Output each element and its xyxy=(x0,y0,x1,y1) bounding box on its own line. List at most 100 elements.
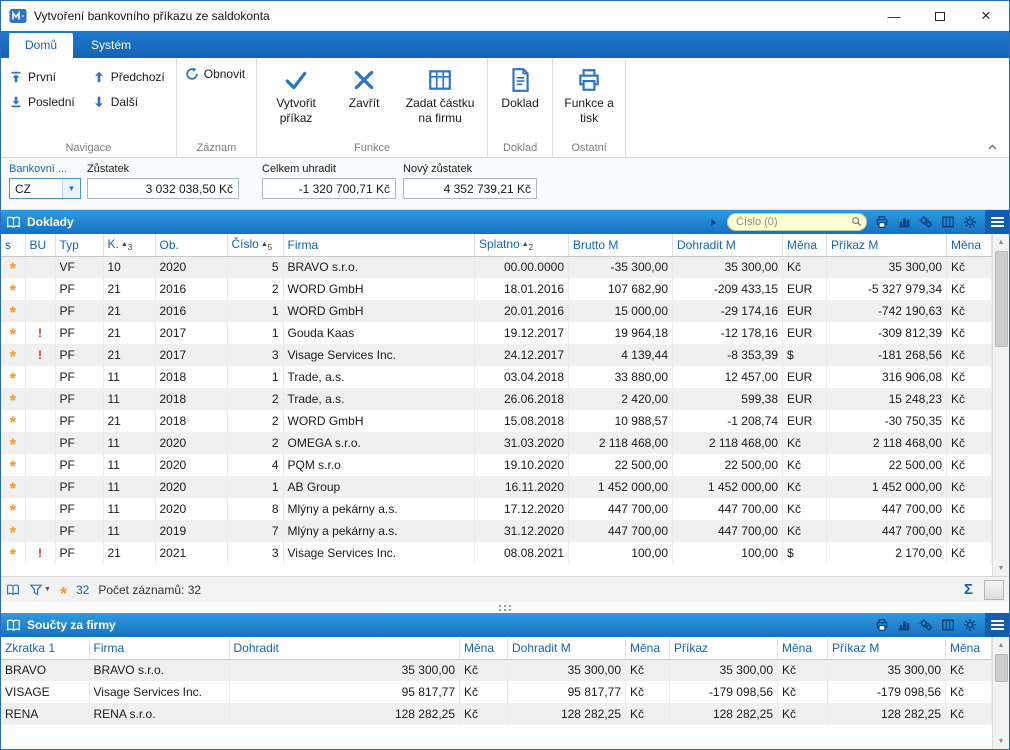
filter-button[interactable]: ▼ xyxy=(29,583,51,597)
arrow-first-icon xyxy=(9,70,23,84)
column-header-splatno[interactable]: Splatno▲2 xyxy=(475,234,569,256)
column-header-mena[interactable]: Měna xyxy=(626,637,670,659)
column-header-ob[interactable]: Ob. xyxy=(155,234,227,256)
menu-button[interactable] xyxy=(985,210,1009,234)
columns-icon[interactable] xyxy=(941,215,955,229)
grip-button[interactable] xyxy=(984,580,1004,600)
doklady-row[interactable]: *PF1120182Trade, a.s.26.06.20182 420,005… xyxy=(1,388,992,410)
functions-print-label: Funkce a tisk xyxy=(560,96,618,126)
maximize-button[interactable] xyxy=(917,1,963,31)
totals-row[interactable]: BRAVOBRAVO s.r.o.35 300,00Kč35 300,00Kč3… xyxy=(1,659,992,681)
tab-domu[interactable]: Domů xyxy=(9,33,73,58)
column-header-firma[interactable]: Firma xyxy=(283,234,475,256)
settings-icon[interactable] xyxy=(963,618,977,632)
last-record-button[interactable]: Poslední xyxy=(4,92,83,112)
column-header-cislo[interactable]: Číslo▲5 xyxy=(227,234,283,256)
column-header-mena[interactable]: Měna xyxy=(783,234,827,256)
create-order-button[interactable]: Vytvořit příkaz xyxy=(260,61,332,141)
minimize-button[interactable]: — xyxy=(871,1,917,31)
scrollbar-thumb[interactable] xyxy=(995,251,1008,347)
functions-print-button[interactable]: Funkce a tisk xyxy=(556,61,622,141)
column-header-dohradit[interactable]: Dohradit xyxy=(229,637,460,659)
column-header-prikaz-m[interactable]: Příkaz M xyxy=(827,234,947,256)
book-icon xyxy=(6,618,21,633)
panel-splitter[interactable] xyxy=(1,602,1009,613)
bank-account-select[interactable]: CZ ▼ xyxy=(9,178,81,199)
totals-scrollbar[interactable]: ▲ ▼ xyxy=(992,637,1009,749)
column-header-firma[interactable]: Firma xyxy=(89,637,229,659)
document-button[interactable]: Doklad xyxy=(491,61,549,141)
column-header-mena[interactable]: Měna xyxy=(946,637,992,659)
ribbon-group-ostatni: Funkce a tisk Ostatní xyxy=(553,58,626,157)
print-icon[interactable] xyxy=(875,215,889,229)
tab-system[interactable]: Systém xyxy=(75,33,147,58)
enter-amount-button[interactable]: Zadat částku na firmu xyxy=(396,61,484,141)
doklady-row[interactable]: *!PF2120173Visage Services Inc.24.12.201… xyxy=(1,344,992,366)
column-header-s[interactable]: s xyxy=(1,234,25,256)
doklady-row[interactable]: *PF1120208Mlýny a pekárny a.s.17.12.2020… xyxy=(1,498,992,520)
doklady-row[interactable]: *PF1120201AB Group16.11.20201 452 000,00… xyxy=(1,476,992,498)
scrollbar-thumb[interactable] xyxy=(995,654,1008,682)
doklady-row[interactable]: *!PF2120213Visage Services Inc.08.08.202… xyxy=(1,542,992,564)
chart-icon[interactable] xyxy=(897,618,911,632)
collapse-ribbon-button[interactable] xyxy=(983,141,1001,154)
scroll-up-icon[interactable]: ▲ xyxy=(993,637,1009,653)
totals-row[interactable]: VISAGEVisage Services Inc.95 817,77Kč95 … xyxy=(1,681,992,703)
column-header-k[interactable]: K.▲3 xyxy=(103,234,155,256)
search-input[interactable] xyxy=(727,213,867,231)
doklady-row[interactable]: *PF2120182WORD GmbH15.08.201810 988,57-1… xyxy=(1,410,992,432)
flagged-records-icon: * xyxy=(60,590,67,598)
column-header-prikaz[interactable]: Příkaz xyxy=(670,637,778,659)
column-header-mena[interactable]: Měna xyxy=(778,637,828,659)
menu-button[interactable] xyxy=(985,613,1009,637)
doklady-row[interactable]: *VF1020205BRAVO s.r.o.00.00.0000-35 300,… xyxy=(1,256,992,278)
next-record-label: Další xyxy=(111,95,138,109)
total-to-pay-field: -1 320 700,71 Kč xyxy=(262,178,396,199)
column-header-brutto-m[interactable]: Brutto M xyxy=(569,234,673,256)
doklady-row[interactable]: *!PF2120171Gouda Kaas19.12.201719 964,18… xyxy=(1,322,992,344)
column-header-mena[interactable]: Měna xyxy=(460,637,508,659)
column-header-zkratka-1[interactable]: Zkratka 1 xyxy=(1,637,89,659)
chart-icon[interactable] xyxy=(897,215,911,229)
next-record-button[interactable]: Další xyxy=(87,92,173,112)
totals-table: Zkratka 1FirmaDohraditMěnaDohradit MMěna… xyxy=(1,637,992,725)
totals-row[interactable]: RENARENA s.r.o.128 282,25Kč128 282,25Kč1… xyxy=(1,703,992,725)
book-icon[interactable] xyxy=(6,583,20,597)
doklady-row[interactable]: *PF1120204PQM s.r.o19.10.202022 500,0022… xyxy=(1,454,992,476)
doklady-row[interactable]: *PF2120161WORD GmbH20.01.201615 000,00-2… xyxy=(1,300,992,322)
bank-account-label: Bankovní ... xyxy=(9,163,81,175)
window-title: Vytvoření bankovního příkazu ze saldokon… xyxy=(34,9,270,23)
first-record-button[interactable]: První xyxy=(4,67,83,87)
doklady-row[interactable]: *PF1120197Mlýny a pekárny a.s.31.12.2020… xyxy=(1,520,992,542)
previous-record-button[interactable]: Předchozí xyxy=(87,67,173,87)
refresh-button[interactable]: Obnovit xyxy=(180,64,253,84)
group-label-zaznam: Záznam xyxy=(180,141,253,157)
scroll-down-icon[interactable]: ▼ xyxy=(993,560,1009,576)
doklady-row[interactable]: *PF1120181Trade, a.s.03.04.201833 880,00… xyxy=(1,366,992,388)
app-window: Vytvoření bankovního příkazu ze saldokon… xyxy=(0,0,1010,750)
doklady-row[interactable]: *PF2120162WORD GmbH18.01.2016107 682,90-… xyxy=(1,278,992,300)
close-button[interactable]: × xyxy=(963,1,1009,31)
print-icon[interactable] xyxy=(875,618,889,632)
gears-icon[interactable] xyxy=(919,215,933,229)
chevron-down-icon: ▼ xyxy=(62,179,80,198)
columns-icon[interactable] xyxy=(941,618,955,632)
group-label-funkce: Funkce xyxy=(260,141,484,157)
scroll-up-icon[interactable]: ▲ xyxy=(993,234,1009,250)
close-window-button[interactable]: Zavřít xyxy=(332,61,396,141)
sum-button[interactable]: Σ xyxy=(960,581,977,598)
column-header-prikaz-m[interactable]: Příkaz M xyxy=(828,637,946,659)
doklady-row[interactable]: *PF1120202OMEGA s.r.o.31.03.20202 118 46… xyxy=(1,432,992,454)
menu-icon xyxy=(991,620,1004,622)
column-header-dohradit-m[interactable]: Dohradit M xyxy=(508,637,626,659)
column-header-bu[interactable]: BU xyxy=(25,234,55,256)
column-header-dohradit-m[interactable]: Dohradit M xyxy=(673,234,783,256)
column-header-mena[interactable]: Měna xyxy=(947,234,992,256)
settings-icon[interactable] xyxy=(963,215,977,229)
record-flag-icon: * xyxy=(9,369,16,388)
gears-icon[interactable] xyxy=(919,618,933,632)
doklady-scrollbar[interactable]: ▲ ▼ xyxy=(992,234,1009,576)
play-icon[interactable] xyxy=(708,217,719,228)
column-header-typ[interactable]: Typ xyxy=(55,234,103,256)
scroll-down-icon[interactable]: ▼ xyxy=(993,733,1009,749)
